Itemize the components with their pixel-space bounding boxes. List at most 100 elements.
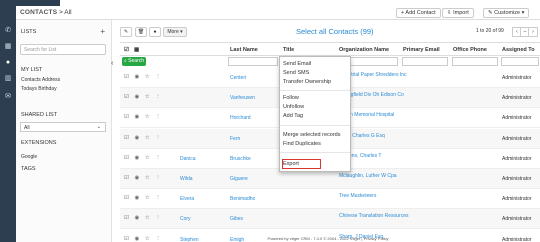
column-header-office-phone[interactable]: Office Phone — [453, 47, 487, 53]
extensions-heading: EXTENSIONS — [21, 140, 57, 146]
assigned-to-cell: Administrator — [502, 115, 532, 122]
chevron-down-icon: ▾ — [178, 29, 183, 35]
row-actions[interactable]: ☑ ◉ ☆ ⋮ — [124, 155, 163, 161]
column-header-assigned-to[interactable]: Assigned To — [502, 47, 535, 53]
column-header-organization[interactable]: Organization Name — [339, 47, 389, 53]
breadcrumb-separator: > — [59, 9, 63, 16]
add-contact-button[interactable]: + Add Contact — [396, 8, 441, 18]
column-header-title[interactable]: Title — [283, 47, 294, 53]
filter-phone-input[interactable] — [452, 57, 498, 66]
header-bar: CONTACTS > All + Add Contact ⇩ Import ✎ … — [0, 6, 540, 20]
list-item-contacts-address[interactable]: Contacts Address — [21, 77, 60, 83]
module-name[interactable]: CONTACTS — [20, 9, 57, 16]
edit-icon[interactable]: ✎ — [120, 27, 132, 37]
first-name-cell[interactable]: Danica — [180, 156, 196, 162]
row-actions[interactable]: ☑ ◉ ☆ ⋮ — [124, 135, 163, 141]
table-header: ☑ ▦ Last Name Title Organization Name Pr… — [120, 42, 540, 56]
menu-item-export[interactable]: Export — [283, 161, 299, 167]
last-name-cell[interactable]: Bruschke — [230, 156, 251, 162]
list-search-input[interactable]: Search for List — [20, 44, 106, 55]
row-actions[interactable]: ☑ ◉ ☆ ⋮ — [124, 215, 163, 221]
columns-icon[interactable]: ▦ — [134, 47, 139, 53]
lists-sidebar: LISTS + Search for List MY LIST Contacts… — [16, 20, 112, 242]
breadcrumb: CONTACTS > All — [20, 9, 72, 16]
assigned-to-cell: Administrator — [502, 135, 532, 142]
first-name-cell[interactable]: Cory — [180, 216, 191, 222]
shared-list-value: All — [24, 125, 30, 131]
last-name-cell[interactable]: Benimadho — [230, 196, 255, 202]
filter-assigned-input[interactable] — [501, 57, 539, 66]
extension-item-google[interactable]: Google — [21, 154, 37, 160]
select-all-link[interactable]: Select all Contacts (99) — [296, 27, 374, 36]
row-actions[interactable]: ☑ ◉ ☆ ⋮ — [124, 175, 163, 181]
customize-button[interactable]: ✎ Customize ▾ — [483, 8, 530, 18]
menu-item-unfollow[interactable]: Unfollow — [283, 104, 304, 110]
customize-label: Customize — [494, 10, 521, 16]
sidebar-collapse-icon[interactable]: ‹ — [111, 60, 113, 67]
filter-last-name-input[interactable] — [228, 57, 278, 66]
organization-cell[interactable]: Mclaughlin, Luther W Cpa — [339, 173, 409, 179]
last-name-cell[interactable]: Centeri — [230, 75, 246, 81]
assigned-to-cell: Administrator — [502, 155, 532, 162]
megaphone-icon[interactable]: ✆ — [3, 26, 13, 35]
organization-cell[interactable]: Tree Musketeers — [339, 193, 409, 199]
footer: Powered by vtiger CRM - 7.4.0 © 2004 - 2… — [267, 236, 389, 241]
menu-item-find-duplicates[interactable]: Find Duplicates — [283, 141, 321, 147]
assigned-to-cell: Administrator — [502, 176, 532, 182]
organization-cell[interactable]: Chinese Translation Resources — [339, 213, 409, 219]
shared-list-select[interactable]: All ⌄ — [20, 122, 106, 132]
building-icon[interactable]: ▥ — [3, 74, 13, 83]
grid-icon[interactable]: ▦ — [3, 42, 13, 51]
contacts-icon[interactable]: ● — [3, 58, 13, 67]
app-menu-button[interactable] — [0, 6, 16, 20]
last-name-cell[interactable]: Vanheusen — [230, 95, 255, 101]
menu-divider — [280, 125, 350, 126]
menu-item-send-email[interactable]: Send Email — [283, 61, 311, 67]
first-name-cell[interactable]: Wilda — [180, 176, 193, 182]
last-name-cell[interactable]: Fern — [230, 136, 240, 142]
table-row[interactable]: ☑ ◉ ☆ ⋮ Cory Gibes Chinese Translation Reso… — [120, 209, 540, 230]
last-name-cell[interactable]: Giguere — [230, 176, 248, 182]
assigned-to-cell: Administrator — [502, 95, 532, 102]
menu-item-merge[interactable]: Merge selected records — [283, 132, 340, 138]
import-label: Import — [453, 10, 469, 16]
chevron-down-icon: ⌄ — [96, 124, 101, 130]
last-name-cell[interactable]: Horchard — [230, 115, 251, 121]
column-header-email[interactable]: Primary Email — [403, 47, 440, 53]
add-list-icon[interactable]: + — [100, 27, 105, 36]
menu-divider — [280, 152, 350, 153]
row-actions[interactable]: ☑ ◉ ☆ ⋮ — [124, 195, 163, 201]
list-view: ✎ 🗑 ● More ▾ Select all Contacts (99) 1 … — [116, 20, 540, 242]
menu-item-follow[interactable]: Follow — [283, 95, 299, 101]
table-row[interactable]: ☑ ◉ ☆ ⋮ Wilda Giguere Mclaughlin, Luther W … — [120, 169, 540, 189]
menu-divider — [280, 90, 350, 91]
row-actions[interactable]: ☑ ◉ ☆ ⋮ — [124, 94, 163, 100]
next-page-button[interactable]: › — [528, 27, 538, 37]
comment-icon[interactable]: ● — [149, 27, 161, 37]
assigned-to-cell: Administrator — [502, 196, 532, 203]
more-button[interactable]: More ▾ — [163, 27, 187, 37]
lists-heading: LISTS — [21, 29, 37, 35]
menu-item-send-sms[interactable]: Send SMS — [283, 70, 309, 76]
filter-email-input[interactable] — [402, 57, 448, 66]
table-row[interactable]: ☑ ◉ ☆ ⋮ Elvera Benimadho Tree Musketeers Adm… — [120, 189, 540, 210]
more-label: More — [167, 29, 179, 35]
first-name-cell[interactable]: Elvera — [180, 196, 194, 202]
shared-list-heading: SHARED LIST — [21, 112, 58, 118]
last-name-cell[interactable]: Gibes — [230, 216, 243, 222]
mail-manager-icon[interactable]: ✉ — [3, 92, 13, 101]
delete-icon[interactable]: 🗑 — [135, 27, 147, 37]
assigned-to-cell: Administrator — [502, 75, 532, 81]
pagination-info: 1 to 20 of 99 — [476, 28, 504, 34]
row-actions[interactable]: ☑ ◉ ☆ ⋮ — [124, 114, 163, 120]
select-all-checkbox[interactable]: ☑ — [124, 47, 129, 53]
import-button[interactable]: ⇩ Import — [442, 8, 474, 18]
list-item-todays-birthday[interactable]: Todays Birthday — [21, 86, 57, 92]
tags-heading: TAGS — [21, 166, 36, 172]
row-actions[interactable]: ☑ ◉ ☆ ⋮ — [124, 74, 163, 80]
search-button[interactable]: ⌕ Search — [122, 57, 146, 66]
menu-item-add-tag[interactable]: Add Tag — [283, 113, 303, 119]
menu-item-transfer-ownership[interactable]: Transfer Ownership — [283, 79, 331, 85]
column-header-last-name[interactable]: Last Name — [230, 47, 258, 53]
assigned-to-cell: Administrator — [502, 216, 532, 223]
